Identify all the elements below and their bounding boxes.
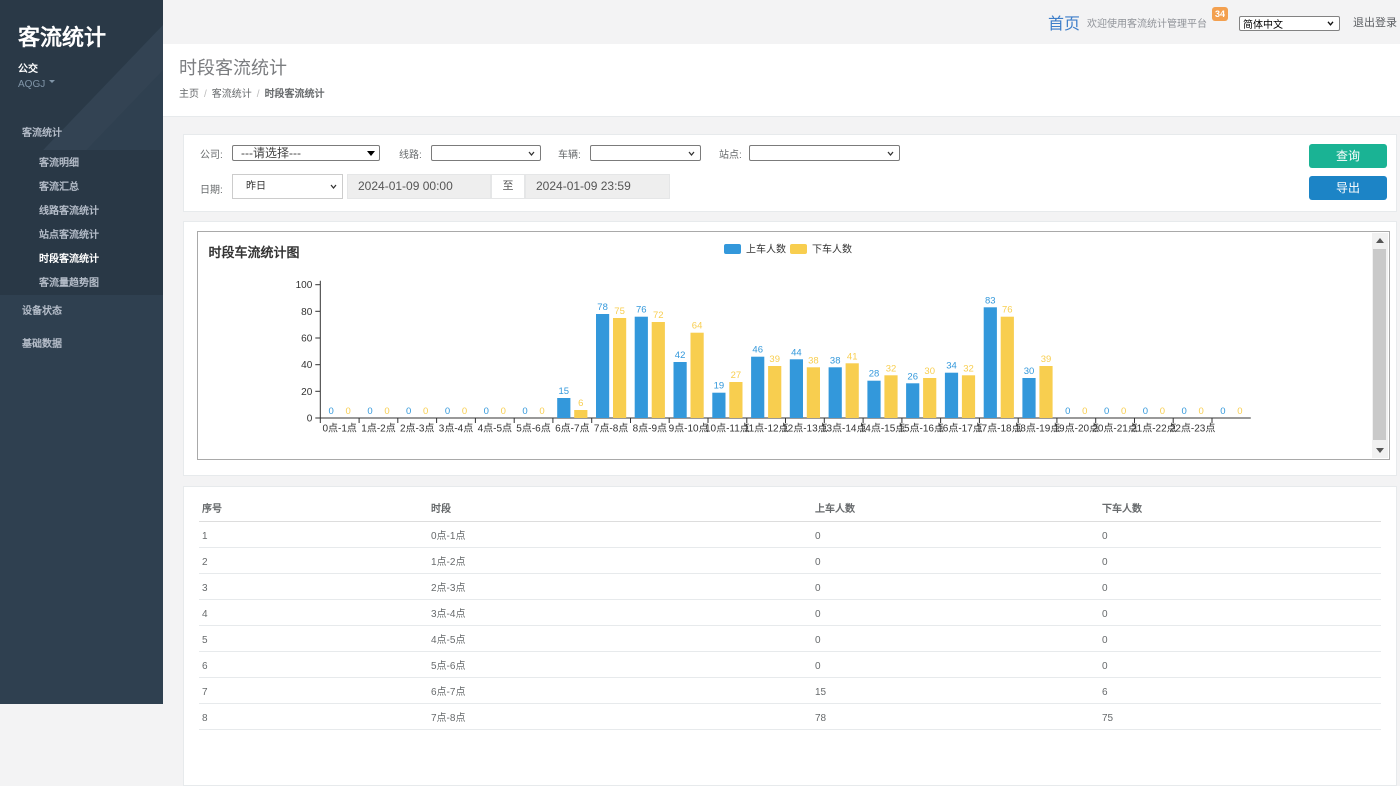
svg-text:44: 44 <box>791 347 802 358</box>
svg-text:0: 0 <box>1220 406 1225 417</box>
svg-text:0: 0 <box>1160 406 1165 417</box>
svg-text:26: 26 <box>907 371 918 382</box>
svg-text:40: 40 <box>301 360 313 371</box>
svg-text:0: 0 <box>1082 406 1087 417</box>
svg-text:0点-1点: 0点-1点 <box>322 423 356 435</box>
svg-text:83: 83 <box>985 295 996 306</box>
svg-text:76: 76 <box>636 305 647 316</box>
svg-text:4点-5点: 4点-5点 <box>478 423 512 435</box>
svg-text:41: 41 <box>847 351 858 362</box>
svg-text:时段车流统计图: 时段车流统计图 <box>209 245 300 260</box>
svg-text:46: 46 <box>752 345 763 356</box>
svg-text:0: 0 <box>1121 406 1126 417</box>
svg-text:80: 80 <box>301 307 313 318</box>
svg-text:39: 39 <box>1041 354 1052 365</box>
svg-text:0: 0 <box>384 406 389 417</box>
svg-text:72: 72 <box>653 310 664 321</box>
svg-text:39: 39 <box>769 354 780 365</box>
svg-text:0: 0 <box>367 406 372 417</box>
svg-text:0: 0 <box>329 406 334 417</box>
svg-text:5点-6点: 5点-6点 <box>516 423 550 435</box>
svg-text:38: 38 <box>808 355 819 366</box>
svg-text:0: 0 <box>1065 406 1070 417</box>
svg-text:3点-4点: 3点-4点 <box>439 423 473 435</box>
svg-text:9点-10点: 9点-10点 <box>669 423 709 435</box>
svg-text:42: 42 <box>675 350 686 361</box>
svg-text:7点-8点: 7点-8点 <box>594 423 628 435</box>
svg-text:32: 32 <box>886 363 897 374</box>
svg-text:30: 30 <box>924 366 935 377</box>
svg-text:0: 0 <box>423 406 428 417</box>
svg-text:15: 15 <box>559 386 570 397</box>
svg-text:32: 32 <box>963 363 974 374</box>
svg-text:19: 19 <box>714 381 725 392</box>
svg-text:0: 0 <box>307 414 313 425</box>
svg-text:0: 0 <box>522 406 527 417</box>
svg-text:76: 76 <box>1002 305 1013 316</box>
svg-text:6: 6 <box>578 398 583 409</box>
svg-text:0: 0 <box>1198 406 1203 417</box>
svg-text:上车人数: 上车人数 <box>746 243 786 256</box>
svg-text:78: 78 <box>597 302 608 313</box>
svg-text:0: 0 <box>501 406 506 417</box>
svg-text:0: 0 <box>1181 406 1186 417</box>
svg-text:0: 0 <box>1237 406 1242 417</box>
svg-text:0: 0 <box>445 406 450 417</box>
svg-text:30: 30 <box>1024 366 1035 377</box>
svg-text:34: 34 <box>946 361 957 372</box>
svg-text:38: 38 <box>830 355 841 366</box>
svg-text:0: 0 <box>539 406 544 417</box>
svg-text:0: 0 <box>406 406 411 417</box>
svg-text:0: 0 <box>346 406 351 417</box>
svg-text:20: 20 <box>301 387 313 398</box>
svg-text:下车人数: 下车人数 <box>812 243 852 256</box>
svg-text:60: 60 <box>301 334 313 345</box>
svg-text:2点-3点: 2点-3点 <box>400 423 434 435</box>
svg-text:28: 28 <box>869 369 880 380</box>
svg-text:8点-9点: 8点-9点 <box>633 423 667 435</box>
svg-text:6点-7点: 6点-7点 <box>555 423 589 435</box>
svg-text:1点-2点: 1点-2点 <box>361 423 395 435</box>
svg-text:22点-23点: 22点-23点 <box>1170 423 1216 435</box>
svg-text:0: 0 <box>1104 406 1109 417</box>
svg-text:0: 0 <box>1143 406 1148 417</box>
svg-text:0: 0 <box>484 406 489 417</box>
svg-text:27: 27 <box>731 370 742 381</box>
svg-text:75: 75 <box>614 306 625 317</box>
svg-text:0: 0 <box>462 406 467 417</box>
svg-text:64: 64 <box>692 321 703 332</box>
svg-text:100: 100 <box>296 280 313 291</box>
